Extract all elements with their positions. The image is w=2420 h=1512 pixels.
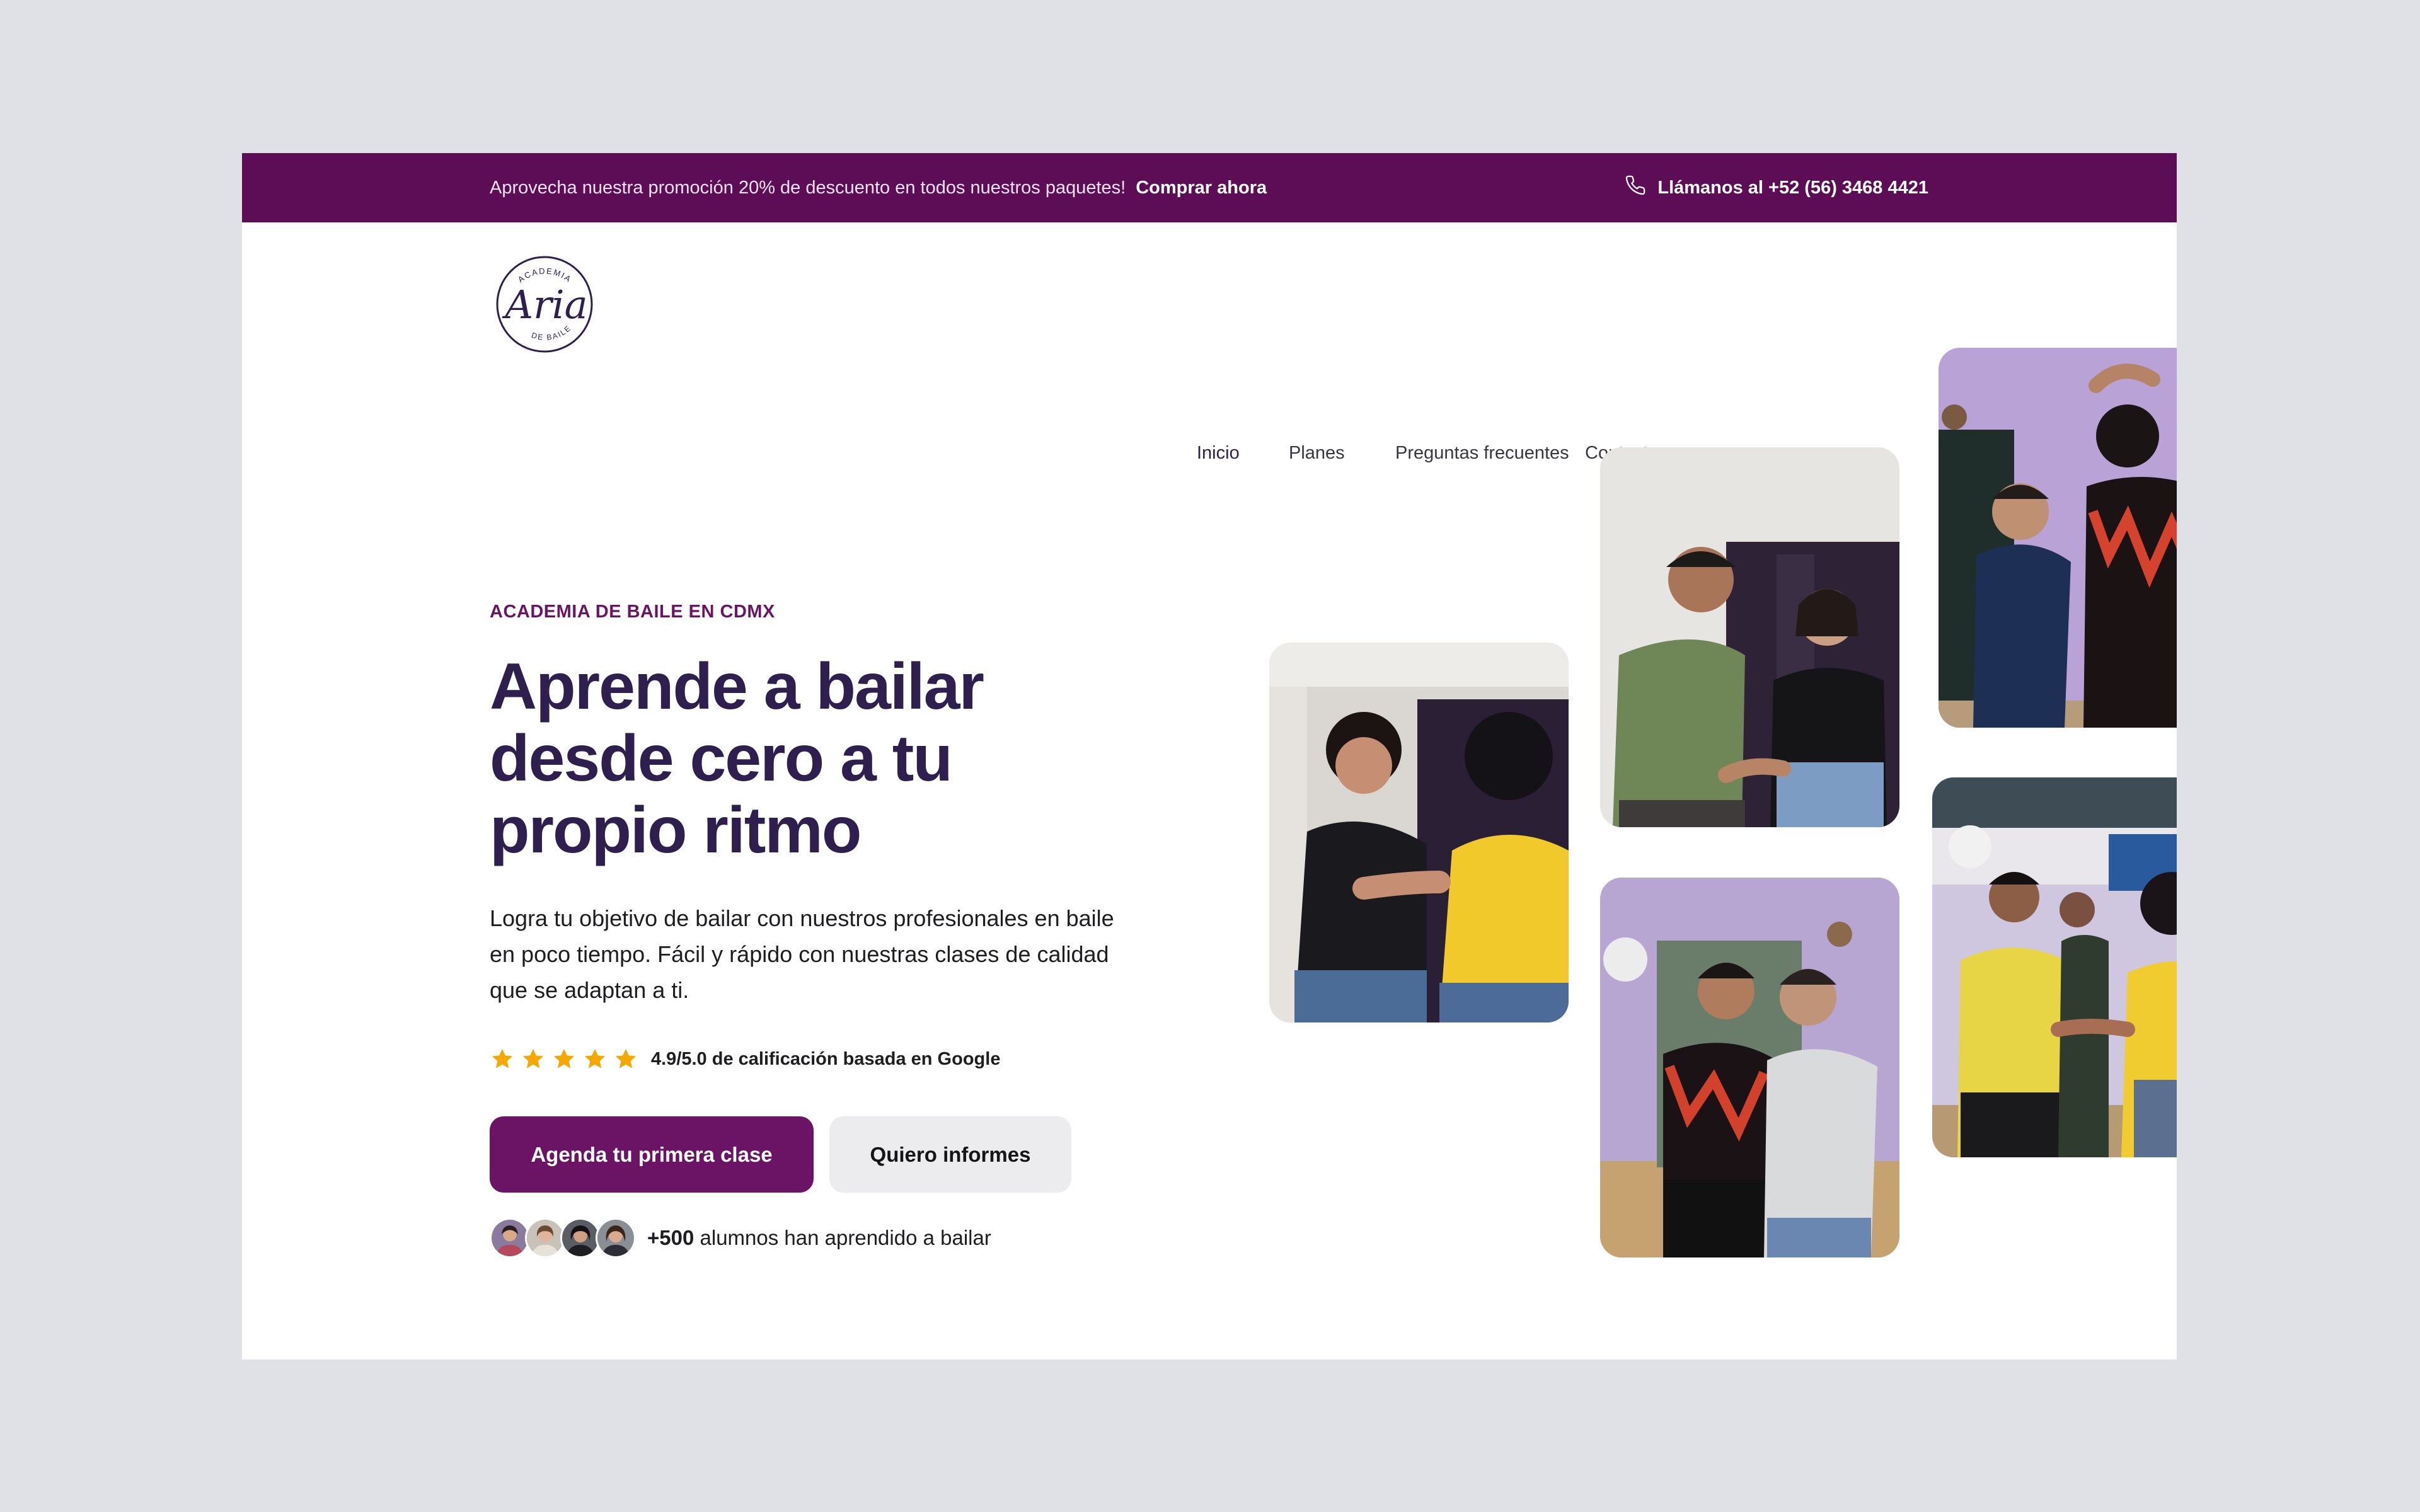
promo-message: Aprovecha nuestra promoción 20% de descu… bbox=[490, 177, 1126, 198]
photo-man-woman-handshake bbox=[1600, 447, 1899, 827]
hero-lead: Logra tu objetivo de bailar con nuestros… bbox=[490, 905, 1114, 1003]
students-count: +500 bbox=[647, 1226, 694, 1249]
photo-two-men-dancing bbox=[1600, 878, 1899, 1257]
request-info-button[interactable]: Quiero informes bbox=[829, 1116, 1071, 1193]
book-first-class-button[interactable]: Agenda tu primera clase bbox=[490, 1116, 814, 1193]
hero-headline: Aprende a bailar desde cero a tu propio … bbox=[490, 651, 1120, 866]
phone-link[interactable]: Llámanos al +52 (56) 3468 4421 bbox=[1625, 153, 1928, 222]
hero-eyebrow: ACADEMIA DE BAILE EN CDMX bbox=[490, 602, 775, 622]
google-rating: 4.9/5.0 de calificación basada en Google bbox=[490, 1046, 1000, 1072]
photo-group-class bbox=[1932, 777, 2177, 1157]
nav-item-inicio[interactable]: Inicio bbox=[1197, 443, 1240, 464]
rating-stars bbox=[490, 1046, 638, 1072]
nav-item-planes[interactable]: Planes bbox=[1289, 443, 1345, 464]
students-text: +500 alumnos han aprendido a bailar bbox=[647, 1226, 991, 1250]
phone-icon bbox=[1625, 175, 1646, 201]
star-icon bbox=[615, 1048, 637, 1068]
star-icon bbox=[492, 1048, 513, 1068]
avatar bbox=[490, 1218, 530, 1258]
star-icon bbox=[522, 1048, 544, 1068]
student-avatars bbox=[490, 1218, 636, 1258]
students-proof: +500 alumnos han aprendido a bailar bbox=[490, 1218, 991, 1258]
aria-logo[interactable]: ACADEMIA Aria DE BAILE bbox=[490, 248, 600, 358]
nav-item-preguntas[interactable]: Preguntas frecuentes bbox=[1395, 443, 1569, 464]
page-frame: Aprovecha nuestra promoción 20% de descu… bbox=[242, 153, 2177, 1360]
promo-message-group: Aprovecha nuestra promoción 20% de descu… bbox=[490, 153, 1267, 222]
star-icon bbox=[584, 1048, 606, 1068]
photo-two-women-dancing bbox=[1269, 643, 1569, 1022]
students-caption: alumnos han aprendido a bailar bbox=[700, 1226, 991, 1249]
avatar bbox=[525, 1218, 565, 1258]
star-icon bbox=[553, 1048, 575, 1068]
headline-line-2: desde cero a tu bbox=[490, 722, 953, 795]
promo-bar: Aprovecha nuestra promoción 20% de descu… bbox=[242, 153, 2177, 222]
headline-line-1: Aprende a bailar bbox=[490, 650, 984, 723]
buy-now-link[interactable]: Comprar ahora bbox=[1136, 178, 1267, 198]
phone-text: Llámanos al +52 (56) 3468 4421 bbox=[1657, 177, 1928, 198]
photo-man-spinning-partner bbox=[1939, 348, 2177, 728]
logo-name: Aria bbox=[502, 282, 587, 328]
avatar bbox=[560, 1218, 601, 1258]
headline-line-3: propio ritmo bbox=[490, 794, 861, 867]
rating-text: 4.9/5.0 de calificación basada en Google bbox=[651, 1048, 1001, 1069]
avatar bbox=[596, 1218, 636, 1258]
